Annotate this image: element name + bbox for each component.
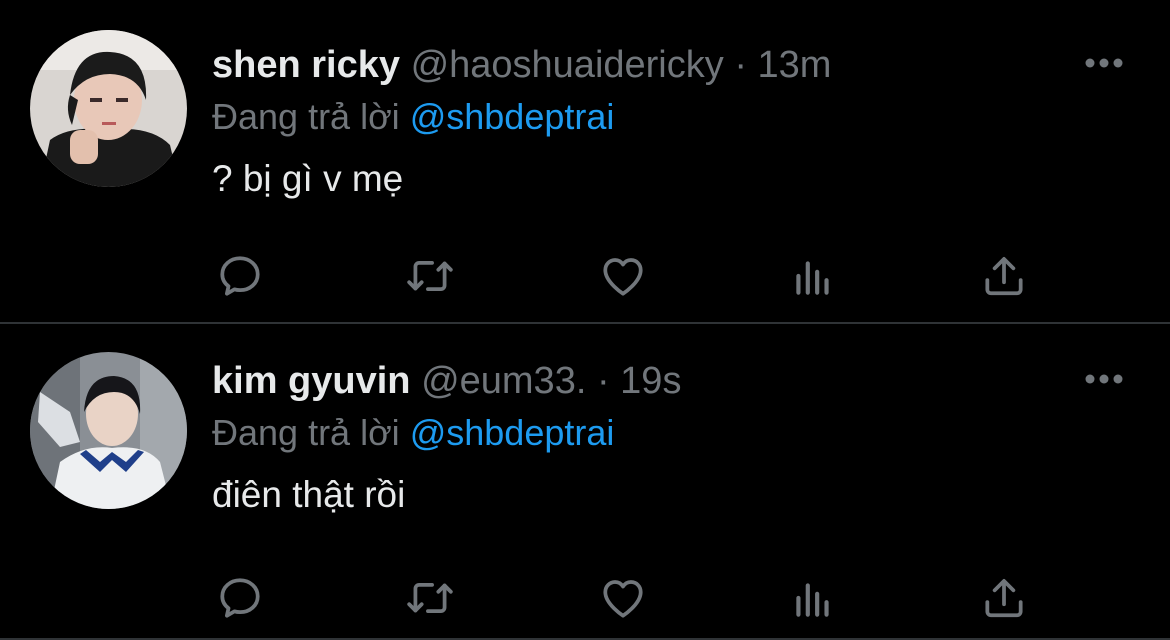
reply-button[interactable] xyxy=(212,248,268,304)
share-button[interactable] xyxy=(976,248,1032,304)
user-handle[interactable]: @eum33. xyxy=(421,360,586,402)
analytics-button[interactable] xyxy=(785,248,841,304)
retweet-icon xyxy=(407,583,453,613)
like-button[interactable] xyxy=(595,248,651,304)
reply-button[interactable] xyxy=(212,570,268,626)
reply-mention-link[interactable]: @shbdeptrai xyxy=(410,96,615,137)
like-icon xyxy=(603,580,643,618)
reply-mention-link[interactable]: @shbdeptrai xyxy=(410,412,615,453)
share-icon xyxy=(985,579,1023,618)
reply-context: Đang trả lời @shbdeptrai xyxy=(212,92,1170,142)
avatar-photo xyxy=(30,352,187,509)
avatar[interactable] xyxy=(30,30,187,187)
tweet-content: shen ricky @haoshuaidericky · 13m Đang t… xyxy=(212,40,1170,204)
like-icon xyxy=(603,258,643,296)
share-icon xyxy=(985,257,1023,296)
tweet[interactable]: shen ricky @haoshuaidericky · 13m Đang t… xyxy=(0,0,1170,322)
tweet-header: kim gyuvin @eum33. · 19s xyxy=(212,356,1170,406)
tweet-text: ? bị gì v mẹ xyxy=(212,158,404,199)
more-icon xyxy=(1085,374,1123,384)
retweet-icon xyxy=(407,261,453,291)
reply-prefix: Đang trả lời xyxy=(212,96,400,137)
retweet-button[interactable] xyxy=(402,248,458,304)
tweet[interactable]: kim gyuvin @eum33. · 19s Đang trả lời @s… xyxy=(0,324,1170,638)
reply-icon xyxy=(220,578,260,618)
display-name[interactable]: kim gyuvin xyxy=(212,360,411,402)
analytics-button[interactable] xyxy=(785,570,841,626)
avatar[interactable] xyxy=(30,352,187,509)
more-button[interactable] xyxy=(1082,52,1126,74)
action-bar xyxy=(212,570,1032,626)
analytics-icon xyxy=(796,583,829,617)
display-name[interactable]: shen ricky xyxy=(212,44,400,86)
retweet-button[interactable] xyxy=(402,570,458,626)
reply-context: Đang trả lời @shbdeptrai xyxy=(212,408,1170,458)
timestamp[interactable]: 19s xyxy=(620,360,681,402)
like-button[interactable] xyxy=(595,570,651,626)
more-button[interactable] xyxy=(1082,368,1126,390)
reply-prefix: Đang trả lời xyxy=(212,412,400,453)
tweet-content: kim gyuvin @eum33. · 19s Đang trả lời @s… xyxy=(212,356,1170,520)
share-button[interactable] xyxy=(976,570,1032,626)
separator: · xyxy=(596,360,610,402)
action-bar xyxy=(212,248,1032,304)
timestamp[interactable]: 13m xyxy=(758,44,832,86)
reply-icon xyxy=(220,256,260,296)
tweet-text: điên thật rồi xyxy=(212,474,406,515)
user-handle[interactable]: @haoshuaidericky xyxy=(411,44,724,86)
more-icon xyxy=(1085,58,1123,68)
analytics-icon xyxy=(796,261,829,295)
tweet-header: shen ricky @haoshuaidericky · 13m xyxy=(212,40,1170,90)
avatar-photo xyxy=(30,30,187,187)
separator: · xyxy=(734,44,747,86)
